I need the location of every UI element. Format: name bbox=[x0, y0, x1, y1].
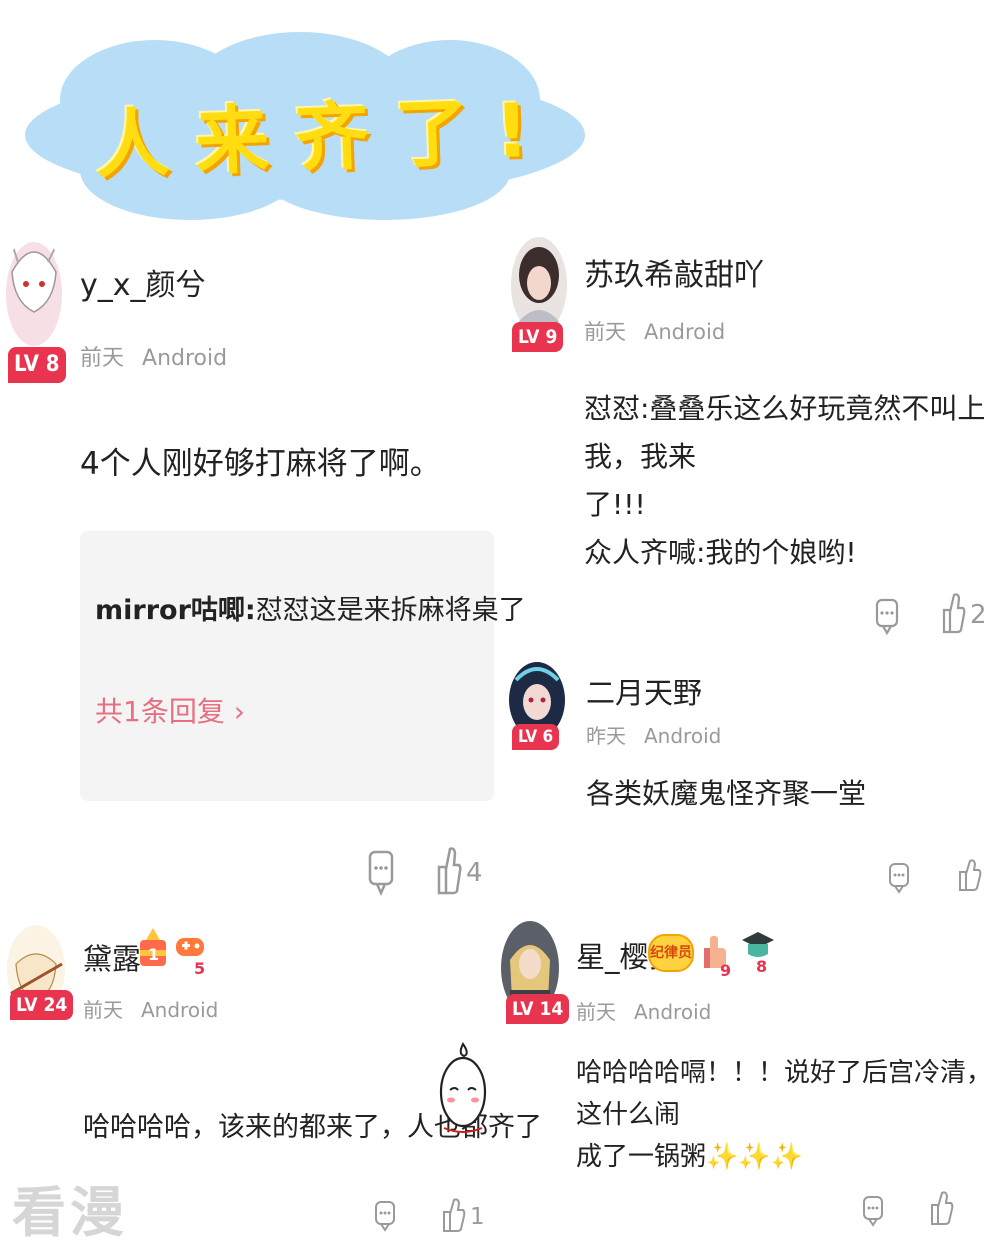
comment-text-line: 怼怼:叠叠乐这么好玩竟然不叫上我，我来 bbox=[584, 392, 986, 473]
banner-title: 人来齐了! bbox=[93, 86, 557, 189]
comment-icon[interactable] bbox=[374, 1200, 396, 1238]
level-badge: LV 14 bbox=[506, 994, 570, 1024]
comment-platform: Android bbox=[644, 724, 722, 748]
comment-text-line: 了!!! bbox=[584, 488, 646, 521]
comment-platform: Android bbox=[644, 320, 726, 344]
like-icon[interactable] bbox=[930, 1190, 954, 1230]
level-badge: LV 6 bbox=[512, 724, 560, 750]
comment-text-line: 成了一锅粥✨✨✨ bbox=[576, 1142, 804, 1172]
comment-text: 4个人刚好够打麻将了啊。 bbox=[80, 446, 441, 482]
comment-text-line: 哈哈哈哈嗝！！！说好了后宫冷清，这什么闹 bbox=[576, 1058, 993, 1130]
role-badge-label: 纪律员 bbox=[650, 945, 692, 961]
username[interactable]: 二月天野 bbox=[586, 670, 702, 712]
comment-meta: 前天 Android bbox=[83, 994, 218, 1023]
medal-icon[interactable]: 1 bbox=[136, 924, 170, 976]
comment-text: 哈哈哈哈嗝！！！说好了后宫冷清，这什么闹 成了一锅粥✨✨✨ bbox=[576, 1052, 996, 1178]
sticker-image bbox=[438, 1040, 488, 1144]
comment-meta: 前天 Android bbox=[584, 316, 725, 346]
comment-platform: Android bbox=[634, 1000, 712, 1024]
comment-icon[interactable] bbox=[875, 598, 899, 640]
like-icon[interactable] bbox=[442, 1197, 466, 1237]
comment-text: 各类妖魔鬼怪齐聚一堂 bbox=[586, 777, 867, 810]
comment-time: 前天 bbox=[576, 1000, 616, 1024]
reply-line: mirror咕唧:怼怼这是来拆麻将桌了 bbox=[95, 588, 526, 627]
reply-author[interactable]: mirror咕唧: bbox=[95, 595, 256, 626]
comment-icon[interactable] bbox=[368, 850, 394, 900]
view-replies-link[interactable]: 共1条回复 › bbox=[95, 690, 245, 730]
level-badge: LV 24 bbox=[10, 990, 74, 1020]
comment-platform: Android bbox=[141, 998, 219, 1022]
thumbs-up-badge-icon[interactable]: 9 bbox=[700, 928, 736, 982]
like-count: 1 bbox=[470, 1204, 485, 1230]
username[interactable]: 黛露 bbox=[83, 936, 141, 978]
badge-number: 9 bbox=[720, 961, 731, 978]
username[interactable]: 苏玖希敲甜吖 bbox=[584, 250, 764, 294]
like-icon[interactable] bbox=[958, 858, 982, 896]
comment-meta: 前天 Android bbox=[576, 996, 711, 1025]
reply-box[interactable] bbox=[80, 531, 494, 801]
comment-meta: 前天 Android bbox=[80, 340, 227, 372]
comment-icon[interactable] bbox=[862, 1195, 884, 1233]
comment-time: 前天 bbox=[80, 346, 125, 371]
comment-time: 前天 bbox=[584, 320, 626, 344]
like-icon[interactable] bbox=[436, 845, 462, 899]
comment-time: 前天 bbox=[83, 998, 123, 1022]
comment-time: 昨天 bbox=[586, 724, 626, 748]
badge-number: 8 bbox=[756, 957, 767, 976]
reply-text: 怼怼这是来拆麻将桌了 bbox=[255, 595, 526, 626]
like-icon[interactable] bbox=[942, 592, 966, 638]
comment-text-line: 众人齐喊:我的个娘哟! bbox=[584, 536, 857, 569]
like-count: 2 bbox=[970, 600, 987, 630]
level-badge: LV 8 bbox=[8, 347, 66, 383]
comment-icon[interactable] bbox=[888, 862, 910, 898]
like-count: 4 bbox=[466, 858, 483, 888]
comment-meta: 昨天 Android bbox=[586, 720, 721, 749]
badge-number: 5 bbox=[194, 959, 205, 976]
graduation-cap-icon[interactable]: 8 bbox=[740, 924, 776, 982]
gamepad-icon[interactable]: 5 bbox=[174, 930, 208, 980]
avatar[interactable] bbox=[4, 232, 64, 362]
username[interactable]: y_x_颜兮 bbox=[80, 260, 206, 304]
level-badge: LV 9 bbox=[512, 322, 564, 352]
badge-number: 1 bbox=[148, 945, 159, 964]
avatar[interactable] bbox=[510, 235, 568, 335]
comment-text: 怼怼:叠叠乐这么好玩竟然不叫上我，我来 了!!! 众人齐喊:我的个娘哟! bbox=[584, 385, 994, 577]
watermark: 看漫 bbox=[12, 1181, 128, 1244]
comment-platform: Android bbox=[142, 346, 228, 371]
role-badge: 纪律员 bbox=[648, 934, 694, 972]
